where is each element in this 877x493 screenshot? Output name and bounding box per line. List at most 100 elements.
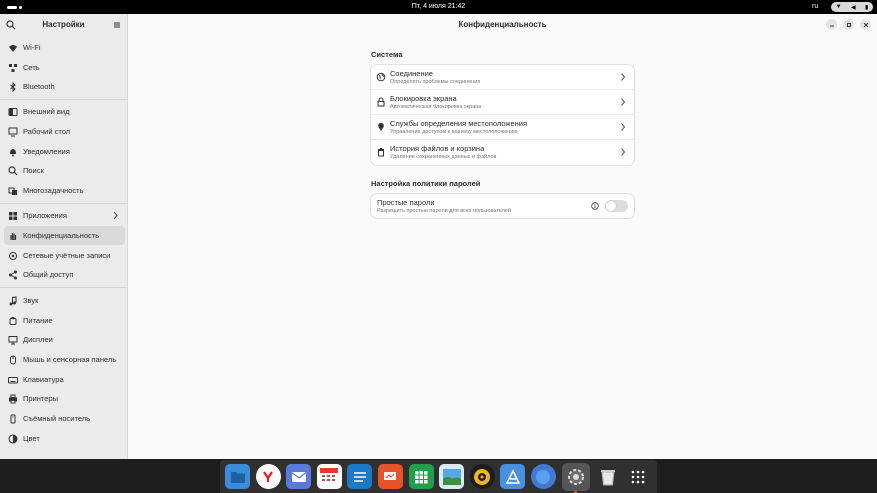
sidebar-item-displays[interactable]: Дисплеи [4,330,125,349]
dock [220,460,657,493]
globe-icon [376,72,386,82]
row-title: Блокировка экрана [390,94,457,103]
file-history-trash-row[interactable]: История файлов и корзина Удаление сохран… [371,140,634,165]
sidebar-item-sharing[interactable]: Общий доступ [4,265,125,284]
sidebar-item-keyboard[interactable]: Клавиатура [4,370,125,389]
row-title: Службы определения местоположения [390,119,528,128]
bluetooth-icon [10,81,16,92]
trash-icon[interactable] [595,464,620,489]
sidebar: Настройки Wi-Fi Сеть Bluetooth Внешний в… [0,14,128,459]
settings-window: Настройки Wi-Fi Сеть Bluetooth Внешний в… [0,14,877,459]
sidebar-item-multitasking[interactable]: Многозадачность [4,181,125,200]
sidebar-item-label: Bluetooth [23,82,55,91]
desktop-icon [8,127,18,136]
location-services-row[interactable]: Службы определения местоположения Управл… [371,115,634,140]
sidebar-item-label: Мышь и сенсорная панель [23,355,117,364]
keyboard-layout-indicator[interactable]: ru [812,3,818,10]
image-viewer-icon[interactable] [439,464,465,489]
mouse-icon [10,355,16,364]
sidebar-item-online-accounts[interactable]: Сетевые учётные записи [4,246,125,265]
sidebar-item-privacy[interactable]: Конфиденциальность [4,226,125,245]
close-icon [863,22,868,27]
sidebar-item-label: Рабочий стол [23,127,71,136]
calendar-icon[interactable] [316,464,342,489]
multitasking-icon [8,187,17,195]
rhythmbox-icon[interactable] [469,464,495,489]
sidebar-item-label: Питание [23,316,53,325]
minimize-icon [829,25,834,26]
toggle-knob [606,201,616,211]
show-apps-icon[interactable] [626,464,651,489]
sidebar-item-bluetooth[interactable]: Bluetooth [4,77,125,96]
sidebar-separator [0,203,128,204]
row-title: Простые пароли [377,198,435,207]
row-subtitle: Автоматическая блокировка экрана [390,104,482,110]
sidebar-item-notifications[interactable]: Уведомления [4,142,125,161]
sidebar-item-printers[interactable]: Принтеры [4,389,125,408]
sidebar-item-network[interactable]: Сеть [4,58,125,77]
appearance-icon [8,107,18,116]
close-button[interactable] [860,19,871,30]
maximize-button[interactable] [843,19,854,30]
info-icon[interactable] [591,202,599,210]
sidebar-separator [0,99,128,100]
sidebar-title: Настройки [42,20,85,29]
wifi-icon [9,44,17,52]
printer-icon [9,394,17,403]
sidebar-item-label: Поиск [23,166,44,175]
system-tray[interactable]: ▼ ◀ ▮ [831,2,873,12]
yandex-browser-icon[interactable] [255,464,281,489]
hamburger-menu-icon[interactable] [112,20,122,30]
search-icon [8,165,18,175]
power-icon [9,316,17,325]
location-pin-icon [378,122,384,131]
row-subtitle: Определять проблемы соединения [390,79,481,85]
minimize-button[interactable] [826,19,837,30]
impress-icon[interactable] [377,464,403,489]
web-browser-icon[interactable] [530,464,556,489]
wifi-icon: ▼ [835,4,842,10]
screen-lock-row[interactable]: Блокировка экрана Автоматическая блокиро… [371,90,634,115]
sidebar-item-apps[interactable]: Приложения [4,206,125,225]
sidebar-item-wifi[interactable]: Wi-Fi [4,38,125,57]
settings-icon[interactable] [561,462,590,493]
page-title: Конфиденциальность [458,20,547,29]
sidebar-item-label: Конфиденциальность [23,231,100,240]
chevron-right-icon [621,73,626,81]
mail-icon[interactable] [286,464,312,489]
calc-icon[interactable] [408,464,434,489]
lock-icon [377,97,385,107]
system-card: Соединение Определять проблемы соединени… [371,65,634,165]
sidebar-item-sound[interactable]: Звук [4,291,125,310]
sidebar-item-search[interactable]: Поиск [4,161,125,180]
sidebar-item-power[interactable]: Питание [4,311,125,330]
sidebar-item-desktop[interactable]: Рабочий стол [4,122,125,141]
app-center-icon[interactable] [500,464,526,489]
clock[interactable]: Пт, 4 июля 21:42 [0,3,877,10]
sidebar-item-label: Многозадачность [23,186,84,195]
sidebar-item-color[interactable]: Цвет [4,429,125,448]
sidebar-item-label: Принтеры [23,394,58,403]
sidebar-item-removable-media[interactable]: Съёмный носитель [4,409,125,428]
system-section-title: Система [371,50,403,59]
simple-passwords-toggle[interactable] [605,200,628,212]
files-icon[interactable] [225,464,250,489]
top-bar: Пт, 4 июля 21:42 ru ▼ ◀ ▮ [0,0,877,14]
maximize-icon [846,22,851,27]
apps-icon [9,211,17,220]
network-icon [9,63,17,72]
sidebar-item-mouse[interactable]: Мышь и сенсорная панель [4,350,125,369]
sidebar-item-label: Wi-Fi [23,43,41,52]
trash-icon [378,148,384,157]
connectivity-row[interactable]: Соединение Определять проблемы соединени… [371,65,634,90]
sidebar-item-label: Уведомления [23,147,70,156]
sidebar-separator [0,287,128,288]
sidebar-item-appearance[interactable]: Внешний вид [4,102,125,121]
sidebar-item-label: Звук [23,296,39,305]
bell-icon [10,148,16,156]
row-subtitle: Управление доступом к вашему местоположе… [390,129,518,135]
online-accounts-icon [9,251,17,260]
removable-media-icon [10,414,16,423]
writer-icon[interactable] [347,464,373,489]
keyboard-icon [8,376,18,383]
